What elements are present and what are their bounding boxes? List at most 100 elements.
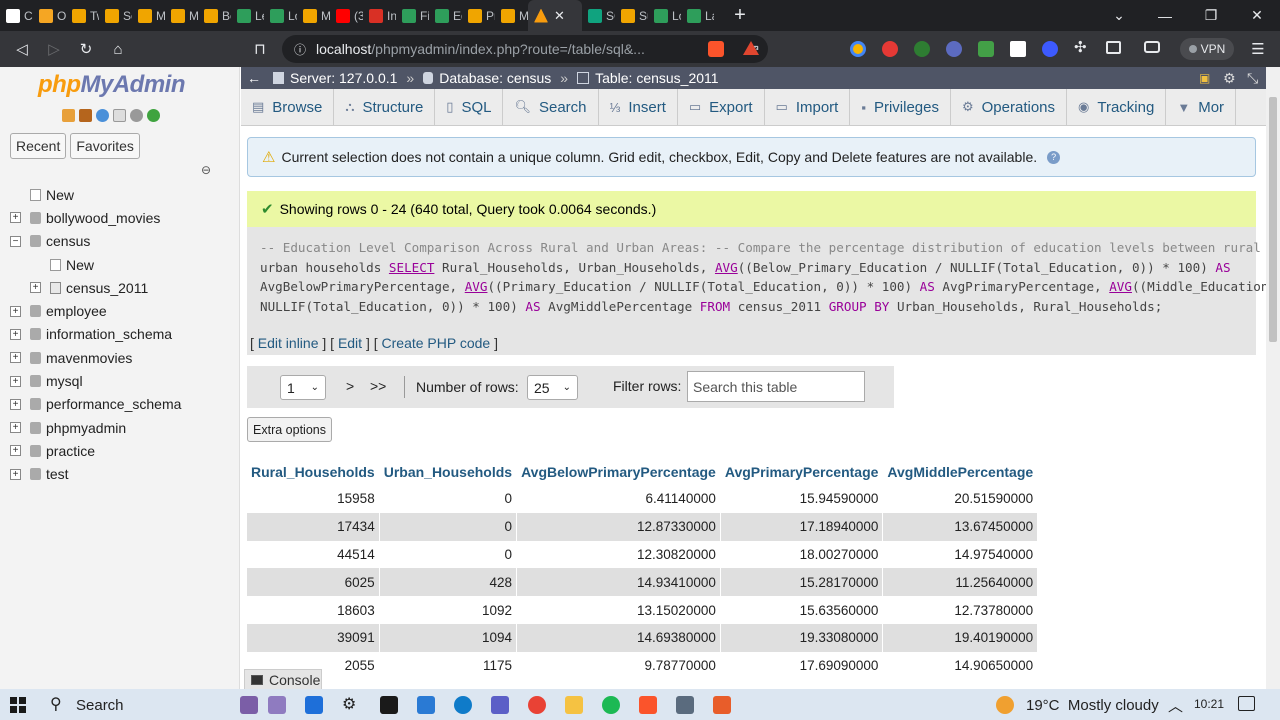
extra-options-button[interactable]: Extra options — [247, 417, 332, 442]
tree-item-label[interactable]: employee — [46, 303, 107, 319]
scrollbar-thumb[interactable] — [1269, 97, 1277, 342]
browser-tab[interactable]: Sc — [99, 0, 132, 31]
tree-item[interactable]: + practice — [0, 439, 240, 462]
expand-icon[interactable]: + — [10, 445, 21, 457]
column-header[interactable]: AvgBelowPrimaryPercentage — [516, 458, 721, 485]
extension-b-icon[interactable] — [946, 41, 962, 57]
column-header[interactable]: Urban_Households — [379, 458, 518, 485]
chevron-up-icon[interactable]: ︿ — [1168, 695, 1183, 716]
expand-icon[interactable]: + — [10, 375, 21, 387]
back-icon[interactable]: ◁ — [6, 33, 38, 65]
tab-tracking[interactable]: ◉ Tracking — [1067, 89, 1167, 125]
browser-tab[interactable]: Fir — [396, 0, 429, 31]
docs-icon[interactable] — [113, 109, 126, 122]
address-bar[interactable]: ⓘ localhost/phpmyadmin/index.php?route=/… — [282, 35, 768, 63]
column-header[interactable]: AvgPrimaryPercentage — [720, 458, 884, 485]
tree-item-label[interactable]: New — [66, 257, 94, 273]
collapse-icon[interactable]: − — [10, 235, 21, 247]
browser-tab[interactable]: Ini — [363, 0, 396, 31]
maximize-button[interactable]: ❐ — [1188, 0, 1234, 31]
file-explorer-icon[interactable] — [565, 696, 583, 714]
filter-rows-input[interactable]: Search this table — [687, 371, 865, 402]
collapse-arrow-icon[interactable]: ← — [247, 70, 261, 86]
minimize-button[interactable]: — — [1142, 0, 1188, 31]
new-tab-button[interactable]: + — [728, 4, 752, 27]
tab-search-icon[interactable]: ⌄ — [1096, 0, 1142, 31]
tab-insert[interactable]: ⅓ Insert — [599, 89, 678, 125]
expand-icon[interactable]: + — [10, 468, 21, 480]
tree-item-label[interactable]: New — [46, 187, 74, 203]
column-header[interactable]: AvgMiddlePercentage — [882, 458, 1039, 485]
expand-icon[interactable]: + — [10, 305, 21, 317]
brave-shields-icon[interactable] — [708, 41, 724, 57]
last-page-button[interactable]: >> — [370, 378, 386, 394]
expand-icon[interactable]: + — [30, 282, 41, 294]
edit-inline-link[interactable]: Edit inline — [258, 335, 319, 351]
breadcrumb-server[interactable]: Server: 127.0.0.1 — [290, 70, 397, 86]
extensions-puzzle-icon[interactable]: ✣ — [1074, 38, 1090, 56]
tab-import[interactable]: ▭ Import — [765, 89, 851, 125]
task-view-icon[interactable] — [240, 696, 258, 714]
sidebar-icon[interactable] — [1106, 41, 1121, 54]
bookmark-icon[interactable]: ⊓ — [244, 33, 276, 65]
tree-item-label[interactable]: mavenmovies — [46, 350, 132, 366]
weather-icon[interactable] — [996, 696, 1014, 714]
terminal-icon[interactable] — [380, 696, 398, 714]
tree-item-label[interactable]: test — [46, 466, 69, 482]
forward-icon[interactable]: ▷ — [38, 33, 70, 65]
browser-tab[interactable]: Lo — [264, 0, 297, 31]
tab-operations[interactable]: ⚙ Operations — [951, 89, 1068, 125]
search-icon[interactable]: ⚲ — [50, 694, 62, 714]
tree-item[interactable]: + mavenmovies — [0, 346, 240, 369]
vpn-button[interactable]: VPN — [1180, 38, 1234, 60]
browser-tab[interactable]: Lo — [648, 0, 681, 31]
pma-logo[interactable]: phpMyAdmin — [38, 71, 185, 99]
close-window-button[interactable]: ✕ — [1234, 0, 1280, 31]
tree-item-label[interactable]: performance_schema — [46, 396, 181, 412]
site-info-icon[interactable]: ⓘ — [294, 41, 306, 58]
tree-item[interactable]: + information_schema — [0, 323, 240, 346]
tab-structure[interactable]: ⛬ Structure — [334, 89, 436, 125]
tree-item-label[interactable]: phpmyadmin — [46, 420, 126, 436]
console-button[interactable]: Console — [244, 669, 322, 691]
edge-icon[interactable] — [454, 696, 472, 714]
browser-tab[interactable]: La — [681, 0, 714, 31]
browser-tab[interactable]: M — [132, 0, 165, 31]
weather-text[interactable]: 19°C Mostly cloudy — [1026, 697, 1159, 714]
reload-icon[interactable]: ↻ — [70, 33, 102, 65]
brave-rewards-icon[interactable] — [743, 41, 759, 55]
chrome-icon[interactable] — [528, 696, 546, 714]
home-icon[interactable] — [62, 109, 75, 122]
browser-tab-active[interactable]: ✕ — [528, 0, 582, 31]
rows-select[interactable]: 25 ⌄ — [527, 375, 578, 400]
tree-item[interactable]: + test — [0, 463, 240, 486]
collapse-icon[interactable]: ⤡ — [1247, 70, 1258, 87]
tree-item[interactable]: + phpmyadmin — [0, 416, 240, 439]
settings-gear-icon[interactable] — [130, 109, 143, 122]
taskbar-time[interactable]: 10:21 — [1194, 697, 1224, 711]
tab-privileges[interactable]: ▪ Privileges — [850, 89, 951, 125]
wallet-icon[interactable] — [1144, 41, 1160, 53]
help-icon[interactable] — [96, 109, 109, 122]
extension-glasses-icon[interactable] — [914, 41, 930, 57]
browser-tab[interactable]: Tw — [66, 0, 99, 31]
extension-pokeball-icon[interactable] — [882, 41, 898, 57]
expand-icon[interactable]: + — [10, 328, 21, 340]
favorites-button[interactable]: Favorites — [70, 133, 140, 159]
expand-icon[interactable]: + — [10, 398, 21, 410]
browser-tab[interactable]: M — [297, 0, 330, 31]
tab-export[interactable]: ▭ Export — [678, 89, 765, 125]
vertical-scrollbar[interactable] — [1266, 67, 1280, 689]
extension-dot-icon[interactable] — [1042, 41, 1058, 57]
teams-icon[interactable] — [491, 696, 509, 714]
xampp-icon[interactable] — [713, 696, 731, 714]
tree-item[interactable]: + census_2011 — [0, 276, 240, 299]
browser-tab[interactable]: M — [495, 0, 528, 31]
browser-tab[interactable]: Ol — [33, 0, 66, 31]
tree-item-label[interactable]: practice — [46, 443, 95, 459]
browser-tab[interactable]: Su — [615, 0, 648, 31]
tree-item-label[interactable]: mysql — [46, 373, 83, 389]
brave-icon[interactable] — [639, 696, 657, 714]
settings-gear-icon[interactable]: ⚙ — [342, 696, 360, 714]
browser-tab[interactable]: Cu — [0, 0, 33, 31]
